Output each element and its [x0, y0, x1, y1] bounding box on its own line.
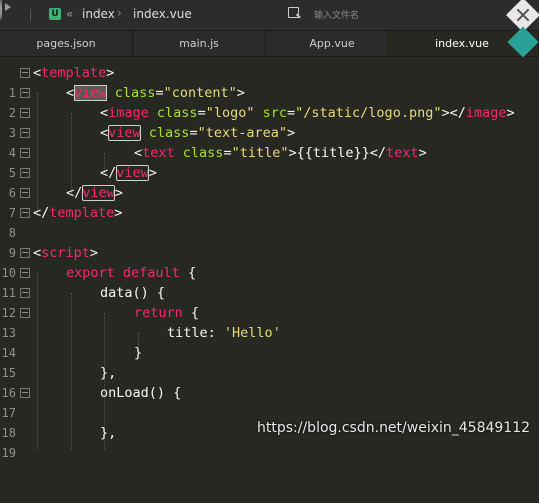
- code-line[interactable]: 17 onLoad() {: [0, 383, 539, 420]
- code-text: return {: [134, 305, 200, 321]
- code-text: },: [100, 365, 117, 381]
- watermark-text: https://blog.csdn.net/weixin_45849112: [257, 420, 531, 436]
- file-search-input[interactable]: [312, 6, 496, 26]
- code-line[interactable]: 6 </view>: [0, 163, 539, 200]
- code-text: },: [100, 425, 117, 441]
- tab-main-js[interactable]: main.js: [133, 31, 266, 56]
- fold-toggle-icon[interactable]: [20, 68, 30, 78]
- fold-toggle-icon[interactable]: [20, 128, 30, 138]
- code-line[interactable]: 11 export default {: [0, 263, 539, 300]
- tab-app-vue[interactable]: App.vue: [266, 31, 399, 56]
- fold-toggle-icon[interactable]: [20, 308, 30, 318]
- line-number: 19: [1, 446, 16, 460]
- code-line[interactable]: 2 <view class="content">: [0, 83, 539, 120]
- fold-toggle-icon[interactable]: [20, 88, 30, 98]
- code-line[interactable]: 16 },: [0, 363, 539, 400]
- chevron-right-icon: ›: [117, 6, 122, 20]
- tab-bar: pages.json main.js App.vue index.vue: [0, 31, 539, 57]
- fold-toggle-icon[interactable]: [20, 188, 30, 198]
- code-text: </view>: [66, 185, 123, 201]
- code-text: data() {: [100, 285, 166, 301]
- code-editor[interactable]: 1 <template> 2 <view class="content"> 3 …: [0, 57, 539, 460]
- code-line[interactable]: 15 }: [0, 343, 539, 380]
- breadcrumb-file[interactable]: index.vue: [133, 7, 192, 21]
- fold-toggle-icon[interactable]: [20, 148, 30, 158]
- code-line[interactable]: 9: [0, 223, 539, 260]
- code-text: </template>: [33, 205, 123, 221]
- project-badge-icon: U: [49, 8, 61, 20]
- back-arrows-icon[interactable]: «: [66, 7, 73, 21]
- fold-toggle-icon[interactable]: [20, 288, 30, 298]
- code-line[interactable]: 3 <image class="logo" src="/static/logo.…: [0, 103, 539, 140]
- code-text: </view>: [100, 165, 157, 181]
- fold-toggle-icon[interactable]: [20, 268, 30, 278]
- code-line[interactable]: 12 data() {: [0, 283, 539, 320]
- code-text: export default {: [66, 265, 197, 281]
- code-text: <text class="title">{{title}}</text>: [134, 145, 427, 161]
- code-text: onLoad() {: [100, 385, 182, 401]
- fold-toggle-icon[interactable]: [20, 108, 30, 118]
- code-line[interactable]: 7 </view>: [0, 183, 539, 220]
- fold-toggle-icon[interactable]: [20, 168, 30, 178]
- tab-pages-json[interactable]: pages.json: [0, 31, 133, 56]
- code-text: <image class="logo" src="/static/logo.pn…: [100, 105, 515, 121]
- top-toolbar: U « index › index.vue: [0, 0, 539, 32]
- code-line[interactable]: 14 title: 'Hello': [0, 323, 539, 360]
- code-line[interactable]: 13 return {: [0, 303, 539, 340]
- code-text: <view class="text-area">: [100, 125, 296, 141]
- code-text: title: 'Hello': [167, 325, 281, 341]
- code-line[interactable]: 5 <text class="title">{{title}}</text>: [0, 143, 539, 180]
- fold-toggle-icon[interactable]: [20, 388, 30, 398]
- code-line[interactable]: 8 </template>: [0, 203, 539, 240]
- fold-toggle-icon[interactable]: [20, 208, 30, 218]
- code-line[interactable]: 4 <view class="text-area">: [0, 123, 539, 160]
- breadcrumb-project[interactable]: index: [82, 7, 115, 21]
- play-icon[interactable]: [0, 0, 2, 20]
- code-text: <script>: [33, 245, 99, 261]
- code-text: <template>: [33, 65, 115, 81]
- menu-icon[interactable]: [30, 9, 31, 21]
- code-line[interactable]: 10 <script>: [0, 243, 539, 280]
- code-text: <view class="content">: [66, 85, 245, 101]
- code-text: }: [134, 345, 143, 361]
- code-line[interactable]: 1 <template>: [0, 63, 539, 100]
- fold-toggle-icon[interactable]: [20, 248, 30, 258]
- search-icon[interactable]: [288, 7, 299, 18]
